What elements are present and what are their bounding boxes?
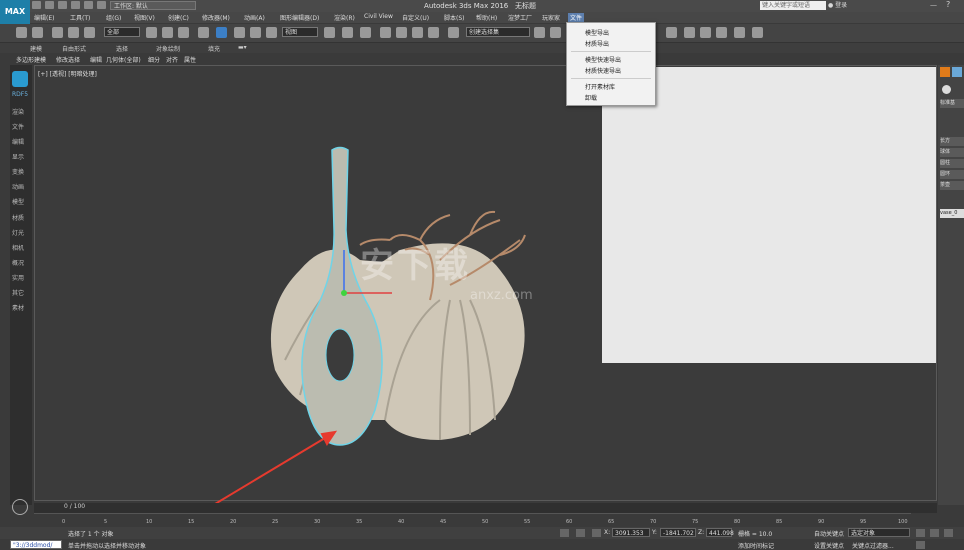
play-icon[interactable] [944,529,953,537]
tick-label: 15 [188,519,195,525]
maxscript-listener[interactable]: "3://3ddmod/ [10,540,62,549]
object-name-field[interactable]: vase_0 [940,209,964,218]
time-config-icon[interactable] [916,541,925,549]
selection-status: 选择了 1 个 对象 [68,531,114,538]
geometry-icon[interactable] [942,85,951,94]
tick-label: 25 [272,519,279,525]
box-button[interactable]: 长方 [940,137,964,146]
menu-item-uninstall[interactable]: 卸载 [585,93,597,102]
tick-label: 95 [860,519,867,525]
create-tab-icon[interactable] [940,67,950,77]
grid-status: 栅格 = 10.0 [738,531,773,538]
render-preview-panel [602,67,936,363]
tick-label: 65 [608,519,615,525]
watermark-subtext: anxz.com [470,288,533,303]
y-label: Y: [652,529,657,536]
y-coordinate-field[interactable]: -1841.702 [660,528,696,537]
status-bar-bottom: "3://3ddmod/ 单击并拖动以选择并移动对象 添加时间标记 设置关键点 … [0,539,964,550]
isolate-icon[interactable] [560,529,569,537]
tick-label: 85 [776,519,783,525]
z-label: Z: [698,529,705,536]
auto-key-button[interactable]: 自动关键点 [814,529,844,538]
tick-label: 20 [230,519,237,525]
object-type-select[interactable]: 标准基 [940,99,964,108]
watermark-text: 安下载 [360,246,471,286]
command-panel: 标准基 长方 球体 圆柱 圆环 茶壶 vase_0 [938,65,964,505]
tick-label: 50 [482,519,489,525]
previous-frame-icon[interactable] [930,529,939,537]
time-slider[interactable]: 0 / 100 [34,503,937,513]
teapot-button[interactable]: 茶壶 [940,181,964,190]
absolute-mode-icon[interactable] [592,529,601,537]
selected-object-select[interactable]: 选定对象 [848,528,910,537]
prompt-text: 单击并拖动以选择并移动对象 [68,543,147,550]
menu-item-model-quick-export[interactable]: 模型快速导出 [585,55,621,64]
tick-label: 5 [104,519,108,525]
menu-separator [571,78,651,79]
torus-button[interactable]: 圆环 [940,170,964,179]
z-coordinate-field[interactable]: 441.098 [706,528,734,537]
goto-start-icon[interactable] [916,529,925,537]
track-bar[interactable]: 0 5 10 15 20 25 30 35 40 45 50 55 60 65 … [34,513,911,528]
menu-separator [571,51,651,52]
add-time-tag[interactable]: 添加时间标记 [738,541,774,550]
tick-label: 80 [734,519,741,525]
modify-tab-icon[interactable] [952,67,962,77]
lock-selection-icon[interactable] [576,529,585,537]
tick-label: 0 [62,519,66,525]
tick-label: 55 [524,519,531,525]
tick-label: 60 [566,519,573,525]
menu-item-model-export[interactable]: 模型导出 [585,28,609,37]
tick-label: 75 [692,519,699,525]
menu-item-open-asset-library[interactable]: 打开素材库 [585,82,615,91]
tick-label: 70 [650,519,657,525]
tick-label: 40 [398,519,405,525]
set-key-button[interactable]: 设置关键点 [814,541,844,550]
tick-label: 90 [818,519,825,525]
menu-item-material-export[interactable]: 材质导出 [585,39,609,48]
status-bar-top: 选择了 1 个 对象 X: 3091.353 Y: -1841.702 Z: 4… [0,527,964,539]
menu-item-material-quick-export[interactable]: 材质快速导出 [585,66,621,75]
tick-label: 100 [898,519,908,525]
time-slider-label: 0 / 100 [64,503,86,510]
tick-label: 30 [314,519,321,525]
x-coordinate-field[interactable]: 3091.353 [612,528,650,537]
key-filters-button[interactable]: 关键点过滤器... [852,541,894,550]
file-dropdown-menu: 模型导出 材质导出 模型快速导出 材质快速导出 打开素材库 卸载 [566,22,656,106]
tick-label: 45 [440,519,447,525]
x-label: X: [604,529,611,536]
sphere-button[interactable]: 球体 [940,148,964,157]
tick-label: 35 [356,519,363,525]
cylinder-button[interactable]: 圆柱 [940,159,964,168]
tick-label: 10 [146,519,153,525]
